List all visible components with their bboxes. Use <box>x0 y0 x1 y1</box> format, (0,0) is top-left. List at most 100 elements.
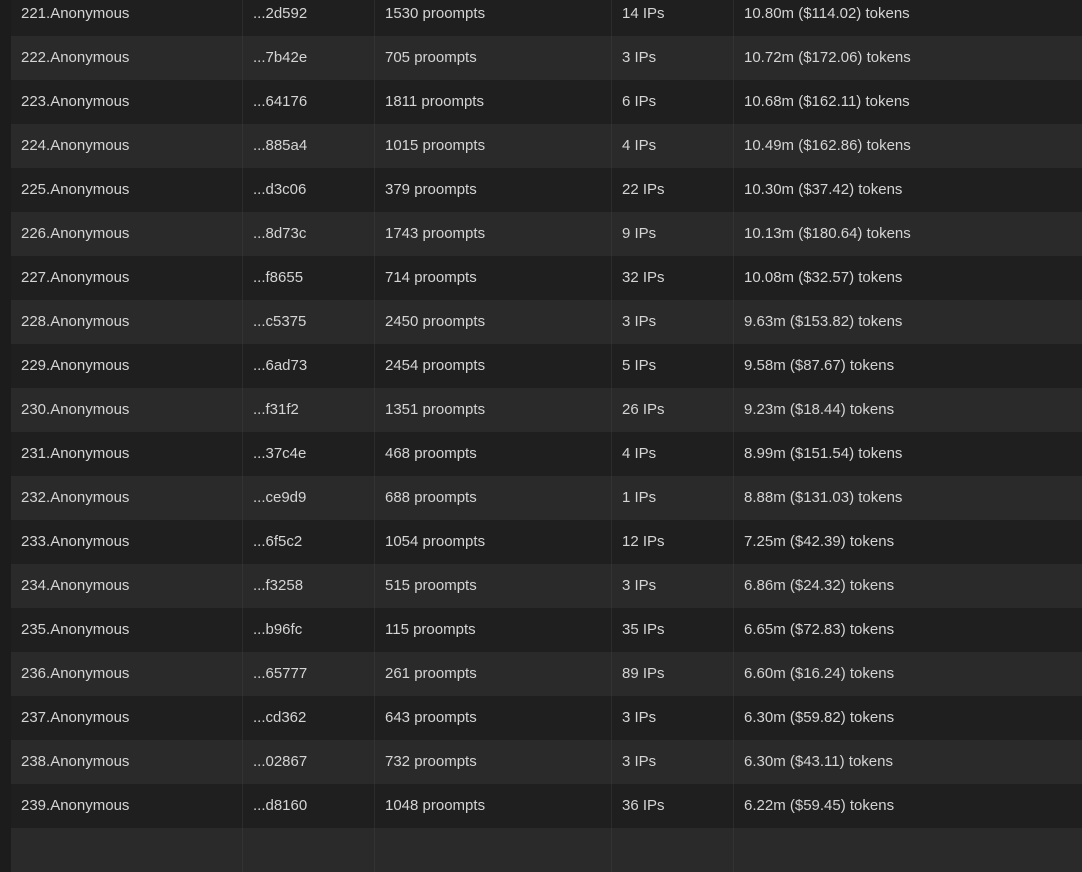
ip-count-cell: 35 IPs <box>611 608 733 652</box>
token-usage-cell: 8.88m ($131.03) tokens <box>733 476 1082 520</box>
table-row: 232.Anonymous ...ce9d9 688 proompts 1 IPs 8.… <box>11 476 1082 520</box>
table-row: 229.Anonymous ...6ad73 2454 proompts 5 IPs 9… <box>11 344 1082 388</box>
ip-count-cell: 3 IPs <box>611 740 733 784</box>
leaderboard-table: 221.Anonymous ...2d592 1530 proompts 14 IPs… <box>11 0 1082 872</box>
user-hash-cell: ...64176 <box>242 80 374 124</box>
ip-count-cell: 6 IPs <box>611 80 733 124</box>
table-row <box>11 828 1082 872</box>
prompt-count-cell: 1811 proompts <box>374 80 611 124</box>
user-name-cell: 221.Anonymous <box>21 5 130 22</box>
table-row: 235.Anonymous ...b96fc 115 proompts 35 IPs 6… <box>11 608 1082 652</box>
table-row: 230.Anonymous ...f31f2 1351 proompts 26 IPs… <box>11 388 1082 432</box>
token-usage-cell: 10.72m ($172.06) tokens <box>733 36 1082 80</box>
ip-count-cell: 22 IPs <box>611 168 733 212</box>
user-hash-cell: ...7b42e <box>242 36 374 80</box>
user-hash-cell: ...f31f2 <box>242 388 374 432</box>
user-hash-cell: ...d8160 <box>242 784 374 828</box>
user-hash-cell: ...37c4e <box>242 432 374 476</box>
user-name-cell: 233.Anonymous <box>21 533 130 550</box>
prompt-count-cell: 688 proompts <box>374 476 611 520</box>
user-hash-cell <box>242 828 374 872</box>
token-usage-cell: 6.65m ($72.83) tokens <box>733 608 1082 652</box>
user-hash-cell: ...d3c06 <box>242 168 374 212</box>
token-usage-cell: 6.22m ($59.45) tokens <box>733 784 1082 828</box>
token-usage-cell: 10.80m ($114.02) tokens <box>733 0 1082 36</box>
ip-count-cell: 4 IPs <box>611 432 733 476</box>
prompt-count-cell: 1048 proompts <box>374 784 611 828</box>
token-usage-cell: 9.63m ($153.82) tokens <box>733 300 1082 344</box>
user-name-cell: 226.Anonymous <box>21 225 130 242</box>
ip-count-cell: 26 IPs <box>611 388 733 432</box>
prompt-count-cell: 732 proompts <box>374 740 611 784</box>
prompt-count-cell: 2454 proompts <box>374 344 611 388</box>
user-hash-cell: ...f8655 <box>242 256 374 300</box>
ip-count-cell <box>611 828 733 872</box>
token-usage-cell <box>733 828 1082 872</box>
token-usage-cell: 9.58m ($87.67) tokens <box>733 344 1082 388</box>
table-row: 223.Anonymous ...64176 1811 proompts 6 IPs 1… <box>11 80 1082 124</box>
user-name-cell: 231.Anonymous <box>21 445 130 462</box>
table-row: 233.Anonymous ...6f5c2 1054 proompts 12 IPs… <box>11 520 1082 564</box>
user-name-cell: 232.Anonymous <box>21 489 130 506</box>
user-hash-cell: ...c5375 <box>242 300 374 344</box>
ip-count-cell: 3 IPs <box>611 36 733 80</box>
token-usage-cell: 10.13m ($180.64) tokens <box>733 212 1082 256</box>
ip-count-cell: 3 IPs <box>611 696 733 740</box>
prompt-count-cell: 515 proompts <box>374 564 611 608</box>
table-row: 224.Anonymous ...885a4 1015 proompts 4 IPs 1… <box>11 124 1082 168</box>
token-usage-cell: 10.08m ($32.57) tokens <box>733 256 1082 300</box>
ip-count-cell: 32 IPs <box>611 256 733 300</box>
prompt-count-cell: 714 proompts <box>374 256 611 300</box>
user-name-cell: 222.Anonymous <box>21 49 130 66</box>
user-name-cell: 234.Anonymous <box>21 577 130 594</box>
prompt-count-cell: 1351 proompts <box>374 388 611 432</box>
token-usage-cell: 6.86m ($24.32) tokens <box>733 564 1082 608</box>
user-name-cell: 227.Anonymous <box>21 269 130 286</box>
table-row: 239.Anonymous ...d8160 1048 proompts 36 IPs… <box>11 784 1082 828</box>
ip-count-cell: 89 IPs <box>611 652 733 696</box>
prompt-count-cell: 643 proompts <box>374 696 611 740</box>
user-name-cell: 225.Anonymous <box>21 181 130 198</box>
table-row: 231.Anonymous ...37c4e 468 proompts 4 IPs 8.… <box>11 432 1082 476</box>
token-usage-cell: 8.99m ($151.54) tokens <box>733 432 1082 476</box>
user-name-cell: 235.Anonymous <box>21 621 130 638</box>
user-hash-cell: ...cd362 <box>242 696 374 740</box>
user-hash-cell: ...6ad73 <box>242 344 374 388</box>
user-hash-cell: ...b96fc <box>242 608 374 652</box>
ip-count-cell: 14 IPs <box>611 0 733 36</box>
user-name-cell: 239.Anonymous <box>21 797 130 814</box>
user-name-cell: 223.Anonymous <box>21 93 130 110</box>
ip-count-cell: 1 IPs <box>611 476 733 520</box>
ip-count-cell: 12 IPs <box>611 520 733 564</box>
token-usage-cell: 10.68m ($162.11) tokens <box>733 80 1082 124</box>
token-usage-cell: 9.23m ($18.44) tokens <box>733 388 1082 432</box>
token-usage-cell: 7.25m ($42.39) tokens <box>733 520 1082 564</box>
token-usage-cell: 10.30m ($37.42) tokens <box>733 168 1082 212</box>
ip-count-cell: 3 IPs <box>611 564 733 608</box>
ip-count-cell: 36 IPs <box>611 784 733 828</box>
ip-count-cell: 9 IPs <box>611 212 733 256</box>
user-name-cell: 230.Anonymous <box>21 401 130 418</box>
prompt-count-cell: 468 proompts <box>374 432 611 476</box>
table-row: 236.Anonymous ...65777 261 proompts 89 IPs 6… <box>11 652 1082 696</box>
ip-count-cell: 4 IPs <box>611 124 733 168</box>
user-hash-cell: ...f3258 <box>242 564 374 608</box>
user-name-cell: 238.Anonymous <box>21 753 130 770</box>
prompt-count-cell: 379 proompts <box>374 168 611 212</box>
prompt-count-cell: 705 proompts <box>374 36 611 80</box>
user-hash-cell: ...65777 <box>242 652 374 696</box>
user-name-cell: 237.Anonymous <box>21 709 130 726</box>
user-name-cell <box>11 828 242 872</box>
token-usage-cell: 6.30m ($43.11) tokens <box>733 740 1082 784</box>
user-hash-cell: ...2d592 <box>242 0 374 36</box>
user-name-cell: 236.Anonymous <box>21 665 130 682</box>
ip-count-cell: 3 IPs <box>611 300 733 344</box>
table-row: 227.Anonymous ...f8655 714 proompts 32 IPs 1… <box>11 256 1082 300</box>
token-usage-cell: 10.49m ($162.86) tokens <box>733 124 1082 168</box>
user-name-cell: 224.Anonymous <box>21 137 130 154</box>
user-hash-cell: ...ce9d9 <box>242 476 374 520</box>
user-hash-cell: ...02867 <box>242 740 374 784</box>
prompt-count-cell: 2450 proompts <box>374 300 611 344</box>
table-row: 237.Anonymous ...cd362 643 proompts 3 IPs 6.… <box>11 696 1082 740</box>
table-row: 226.Anonymous ...8d73c 1743 proompts 9 IPs 1… <box>11 212 1082 256</box>
